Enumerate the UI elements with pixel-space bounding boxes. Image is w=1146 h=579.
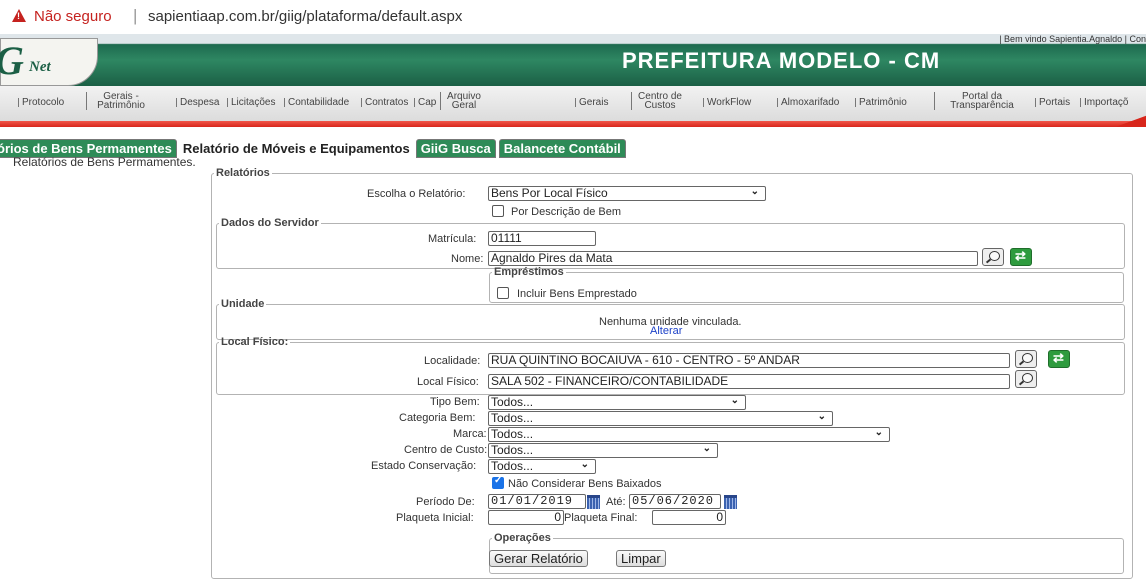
operacoes-legend: Operações <box>494 532 551 544</box>
periodo-ate-input[interactable]: 05/06/2020 <box>629 494 721 509</box>
tab-giig-busca[interactable]: GiiG Busca <box>415 139 496 158</box>
tipo-bem-label: Tipo Bem: <box>430 396 480 408</box>
marca-value: Todos... <box>491 427 534 441</box>
chevron-down-icon: ⌄ <box>874 427 883 438</box>
marca-label: Marca: <box>453 428 487 440</box>
escolha-value: Bens Por Local Físico <box>491 186 608 200</box>
centro-custo-label: Centro de Custo: <box>404 444 488 456</box>
localidade-input[interactable]: RUA QUINTINO BOCAIUVA - 610 - CENTRO - 5… <box>488 353 1010 368</box>
nao-considerar-label: Não Considerar Bens Baixados <box>508 478 662 490</box>
menu-item-patrimonio[interactable]: Patrimônio <box>855 98 907 108</box>
welcome-text: | Bem vindo Sapientia.Agnaldo | Con <box>999 34 1146 44</box>
menu-item-contabilidade[interactable]: Contabilidade <box>284 98 349 108</box>
matricula-input[interactable]: 01111 <box>488 231 596 246</box>
limpar-button[interactable]: Limpar <box>616 550 666 567</box>
tipo-bem-select[interactable]: Todos... ⌄ <box>488 395 746 410</box>
chevron-down-icon: ⌄ <box>750 186 759 197</box>
estado-conservacao-select[interactable]: Todos... ⌄ <box>488 459 596 474</box>
local-fisico-legend: Local Físico: <box>221 336 289 348</box>
browser-address-bar: Não seguro | sapientiaap.com.br/giig/pla… <box>0 0 1146 35</box>
security-label[interactable]: Não seguro <box>34 8 112 25</box>
menu-item-despesa[interactable]: Despesa <box>176 98 219 108</box>
menu-item-contratos[interactable]: Contratos <box>361 98 408 108</box>
giig-net-logo: G Net <box>0 38 98 86</box>
emprestimos-legend: Empréstimos <box>494 266 564 278</box>
gerar-relatorio-button[interactable]: Gerar Relatório <box>489 550 588 567</box>
warning-icon <box>12 9 26 22</box>
menu-item-edge <box>0 98 3 107</box>
header-accent-bar <box>0 115 1146 127</box>
plaqueta-inicial-input[interactable]: 0 <box>488 510 564 525</box>
menu-item-gerais-patrimonio[interactable]: Gerais - Patrimônio <box>86 92 152 111</box>
page-title: PREFEITURA MODELO - CM <box>622 48 941 73</box>
chevron-down-icon: ⌄ <box>702 443 711 454</box>
menu-item-protocolo[interactable]: Protocolo <box>18 98 64 108</box>
plaqueta-final-input[interactable]: 0 <box>652 510 726 525</box>
menu-item-almoxarifado[interactable]: Almoxarifado <box>777 98 839 108</box>
periodo-de-input[interactable]: 01/01/2019 <box>488 494 586 509</box>
matricula-label: Matrícula: <box>428 233 477 245</box>
localidade-label: Localidade: <box>424 355 481 367</box>
logo-g: G <box>0 37 24 84</box>
estado-conservacao-value: Todos... <box>491 459 534 473</box>
menu-item-portal-transparencia[interactable]: Portal da Transparência <box>934 92 1026 111</box>
calendar-icon[interactable] <box>587 495 600 509</box>
servidor-legend: Dados do Servidor <box>221 217 319 229</box>
categoria-select[interactable]: Todos... ⌄ <box>488 411 833 426</box>
relatorios-legend: Relatórios <box>216 167 270 179</box>
centro-custo-select[interactable]: Todos... ⌄ <box>488 443 718 458</box>
chevron-down-icon: ⌄ <box>580 459 589 470</box>
categoria-value: Todos... <box>491 411 534 425</box>
marca-select[interactable]: Todos... ⌄ <box>488 427 890 442</box>
plaqueta-final-label: Plaqueta Final: <box>564 512 638 524</box>
url-text[interactable]: sapientiaap.com.br/giig/plataforma/defau… <box>148 8 462 25</box>
plaqueta-inicial-label: Plaqueta Inicial: <box>396 512 474 524</box>
menu-item-workflow[interactable]: WorkFlow <box>703 98 751 108</box>
nao-considerar-checkbox[interactable] <box>492 475 504 489</box>
menu-item-arquivo-geral[interactable]: Arquivo Geral <box>440 92 484 111</box>
menu-item-portais[interactable]: Portais <box>1035 98 1070 108</box>
page-subtitle: Relatórios de Bens Permamentes. <box>13 155 196 169</box>
chevron-down-icon: ⌄ <box>730 395 739 406</box>
refresh-servidor-icon[interactable] <box>1010 248 1032 266</box>
menu-item-centro-de-custos[interactable]: Centro de Custos <box>631 92 685 111</box>
search-servidor-icon[interactable] <box>982 248 1004 266</box>
unidade-legend: Unidade <box>221 298 265 310</box>
menu-item-licitacoes[interactable]: Licitações <box>227 98 275 108</box>
nome-input[interactable]: Agnaldo Pires da Mata <box>488 251 978 266</box>
menu-item-cap[interactable]: Cap <box>414 98 436 108</box>
nome-label: Nome: <box>451 253 484 265</box>
tab-balancete-contabil[interactable]: Balancete Contábil <box>498 139 626 158</box>
app-header: | Bem vindo Sapientia.Agnaldo | Con <box>0 34 1146 86</box>
tipo-bem-value: Todos... <box>491 395 534 409</box>
logo-net: Net <box>29 59 51 75</box>
address-separator: | <box>133 6 138 25</box>
periodo-label: Período De: <box>416 496 475 508</box>
refresh-localidade-icon[interactable] <box>1048 350 1070 368</box>
estado-conservacao-label: Estado Conservação: <box>371 460 477 472</box>
escolha-label: Escolha o Relatório: <box>367 188 466 200</box>
categoria-label: Categoria Bem: <box>399 412 476 424</box>
chevron-down-icon: ⌄ <box>817 411 826 422</box>
centro-custo-value: Todos... <box>491 443 534 457</box>
calendar-icon[interactable] <box>724 495 737 509</box>
escolha-select[interactable]: Bens Por Local Físico ⌄ <box>488 186 766 201</box>
search-local-fisico-icon[interactable] <box>1015 370 1037 388</box>
main-menu: Protocolo Gerais - Patrimônio Despesa Li… <box>0 86 1146 122</box>
menu-item-gerais[interactable]: Gerais <box>575 98 608 108</box>
local-fisico-label: Local Físico: <box>417 376 479 388</box>
menu-item-importacoes[interactable]: Importaçõ <box>1080 98 1128 108</box>
ate-label: Até: <box>606 496 626 508</box>
por-descricao-checkbox[interactable] <box>492 205 504 217</box>
tab-moveis-equipamentos[interactable]: Relatório de Móveis e Equipamentos <box>179 139 413 158</box>
local-fisico-input[interactable]: SALA 502 - FINANCEIRO/CONTABILIDADE <box>488 374 1010 389</box>
search-localidade-icon[interactable] <box>1015 350 1037 368</box>
